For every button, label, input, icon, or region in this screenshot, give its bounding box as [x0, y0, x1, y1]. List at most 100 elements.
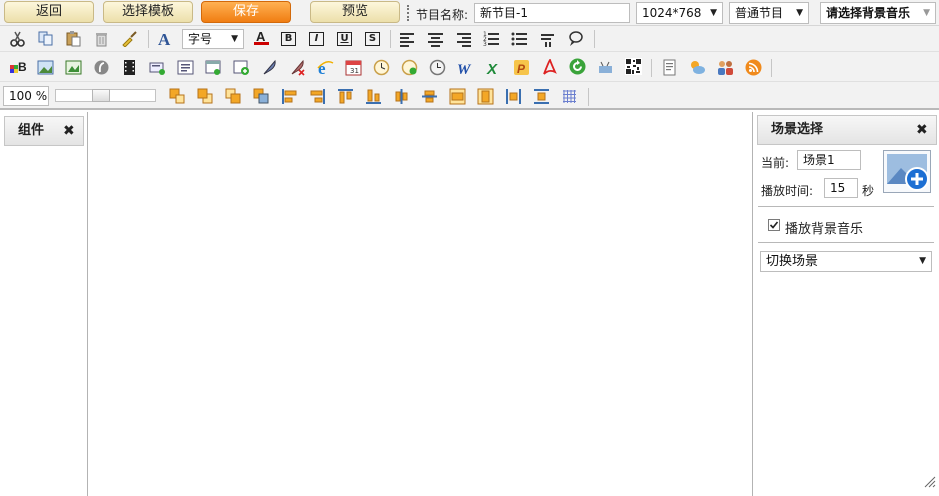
chevron-down-icon: ▼ [923, 8, 930, 18]
qrcode-icon[interactable] [625, 58, 642, 75]
separator [771, 59, 772, 77]
current-scene-label: 当前: [761, 156, 790, 170]
resize-grip-icon[interactable] [924, 476, 936, 488]
paste-icon[interactable] [65, 30, 82, 47]
same-height-icon[interactable] [477, 88, 494, 105]
add-window-icon[interactable] [233, 59, 250, 76]
zoom-slider-thumb[interactable] [92, 89, 110, 102]
people-icon[interactable] [717, 59, 734, 76]
grid-icon[interactable] [561, 88, 578, 105]
copy-icon[interactable] [37, 30, 54, 47]
rss-icon[interactable] [745, 59, 762, 76]
select-template-button[interactable]: 选择模板 [103, 1, 193, 23]
image-icon[interactable] [37, 59, 54, 76]
bold-button[interactable]: B [281, 32, 296, 46]
excel-icon[interactable]: X [485, 59, 502, 76]
italic-button[interactable]: I [309, 32, 324, 46]
tv-icon[interactable] [597, 59, 614, 76]
divider [758, 242, 934, 243]
bring-front-icon[interactable] [169, 88, 186, 105]
send-back-icon[interactable] [253, 88, 270, 105]
distribute-h-icon[interactable] [505, 88, 522, 105]
arrange-toolbar: 100 % [0, 82, 939, 110]
pdf-icon[interactable] [541, 59, 558, 76]
align-top-edge-icon[interactable] [337, 88, 354, 105]
top-toolbar: 返回 选择模板 保存 预览 节目名称: 新节目-1 1024*768 ▼ 普通节目… [0, 0, 939, 26]
bring-forward-icon[interactable] [197, 88, 214, 105]
calendar-icon[interactable]: 31 [345, 59, 362, 76]
align-h-center-icon[interactable] [393, 88, 410, 105]
separator [390, 30, 391, 48]
notice-icon[interactable] [661, 59, 678, 76]
align-bottom-edge-icon[interactable] [365, 88, 382, 105]
link-icon[interactable] [567, 30, 584, 47]
program-type-select[interactable]: 普通节目 ▼ [729, 2, 809, 24]
preview-button[interactable]: 预览 [310, 1, 400, 23]
align-right-edge-icon[interactable] [309, 88, 326, 105]
format-toolbar: A 字号 ▼ A B I U S 123 [0, 26, 939, 52]
close-icon[interactable]: ✖ [63, 117, 75, 145]
font-size-select[interactable]: 字号 ▼ [182, 29, 244, 49]
bg-music-select[interactable]: 请选择背景音乐 ▼ [820, 2, 936, 24]
feather-icon[interactable] [261, 59, 278, 76]
resolution-select[interactable]: 1024*768 ▼ [636, 2, 723, 24]
resolution-value: 1024*768 [642, 6, 702, 20]
insert-toolbar: B e 31 W X P [0, 52, 939, 82]
same-width-icon[interactable] [449, 88, 466, 105]
delete-icon[interactable] [93, 30, 110, 47]
svg-text:P: P [517, 62, 526, 76]
program-name-input[interactable]: 新节目-1 [474, 3, 630, 23]
feather-delete-icon[interactable] [289, 59, 306, 76]
duration-input[interactable]: 15 [824, 178, 858, 198]
clock-icon[interactable] [429, 59, 446, 76]
picture-icon[interactable] [65, 59, 82, 76]
divider [758, 206, 934, 207]
text-box-icon[interactable] [177, 59, 194, 76]
send-backward-icon[interactable] [225, 88, 242, 105]
switch-scene-select[interactable]: 切换场景 ▼ [760, 251, 932, 272]
design-canvas[interactable] [88, 112, 752, 496]
underline-button[interactable]: U [337, 32, 352, 46]
web-window-icon[interactable] [205, 59, 222, 76]
align-left-edge-icon[interactable] [281, 88, 298, 105]
program-name-label: 节目名称: [416, 8, 469, 22]
clock-analog-icon[interactable] [373, 59, 390, 76]
ordered-list-icon[interactable]: 123 [483, 31, 500, 48]
align-left-icon[interactable] [399, 31, 416, 48]
unordered-list-icon[interactable] [511, 31, 528, 48]
scrolling-text-icon[interactable] [149, 59, 166, 76]
strike-button[interactable]: S [365, 32, 380, 46]
check-icon [769, 221, 779, 229]
video-icon[interactable] [121, 59, 138, 76]
add-scene-icon[interactable] [883, 150, 931, 193]
chevron-down-icon: ▼ [796, 8, 803, 18]
distribute-v-icon[interactable] [533, 88, 550, 105]
flash-icon[interactable] [93, 59, 110, 76]
save-button[interactable]: 保存 [201, 1, 291, 23]
refresh-icon[interactable] [569, 58, 586, 75]
close-icon[interactable]: ✖ [916, 116, 928, 144]
powerpoint-icon[interactable]: P [513, 59, 530, 76]
clock-refresh-icon[interactable] [401, 59, 418, 76]
clear-format-icon[interactable] [121, 30, 138, 47]
align-right-icon[interactable] [455, 31, 472, 48]
cut-icon[interactable] [9, 30, 26, 47]
bg-music-checkbox[interactable] [768, 219, 780, 231]
toolbar-grip [407, 5, 412, 21]
word-icon[interactable]: W [457, 59, 474, 76]
duration-label: 播放时间: [761, 184, 814, 198]
align-v-center-icon[interactable] [421, 88, 438, 105]
zoom-level-input[interactable]: 100 % [3, 86, 49, 106]
back-button[interactable]: 返回 [4, 1, 94, 23]
font-color-icon[interactable]: A [253, 29, 270, 46]
components-panel-header: 组件 ✖ [4, 116, 84, 146]
colorful-text-icon[interactable]: B [9, 59, 26, 76]
paragraph-icon[interactable] [539, 31, 556, 48]
zoom-slider[interactable] [55, 89, 156, 102]
current-scene-input[interactable]: 场景1 [797, 150, 861, 170]
ie-icon[interactable]: e [317, 59, 334, 76]
bg-music-value: 请选择背景音乐 [826, 6, 911, 20]
weather-icon[interactable] [689, 59, 706, 76]
font-icon[interactable]: A [156, 30, 173, 47]
align-center-icon[interactable] [427, 31, 444, 48]
